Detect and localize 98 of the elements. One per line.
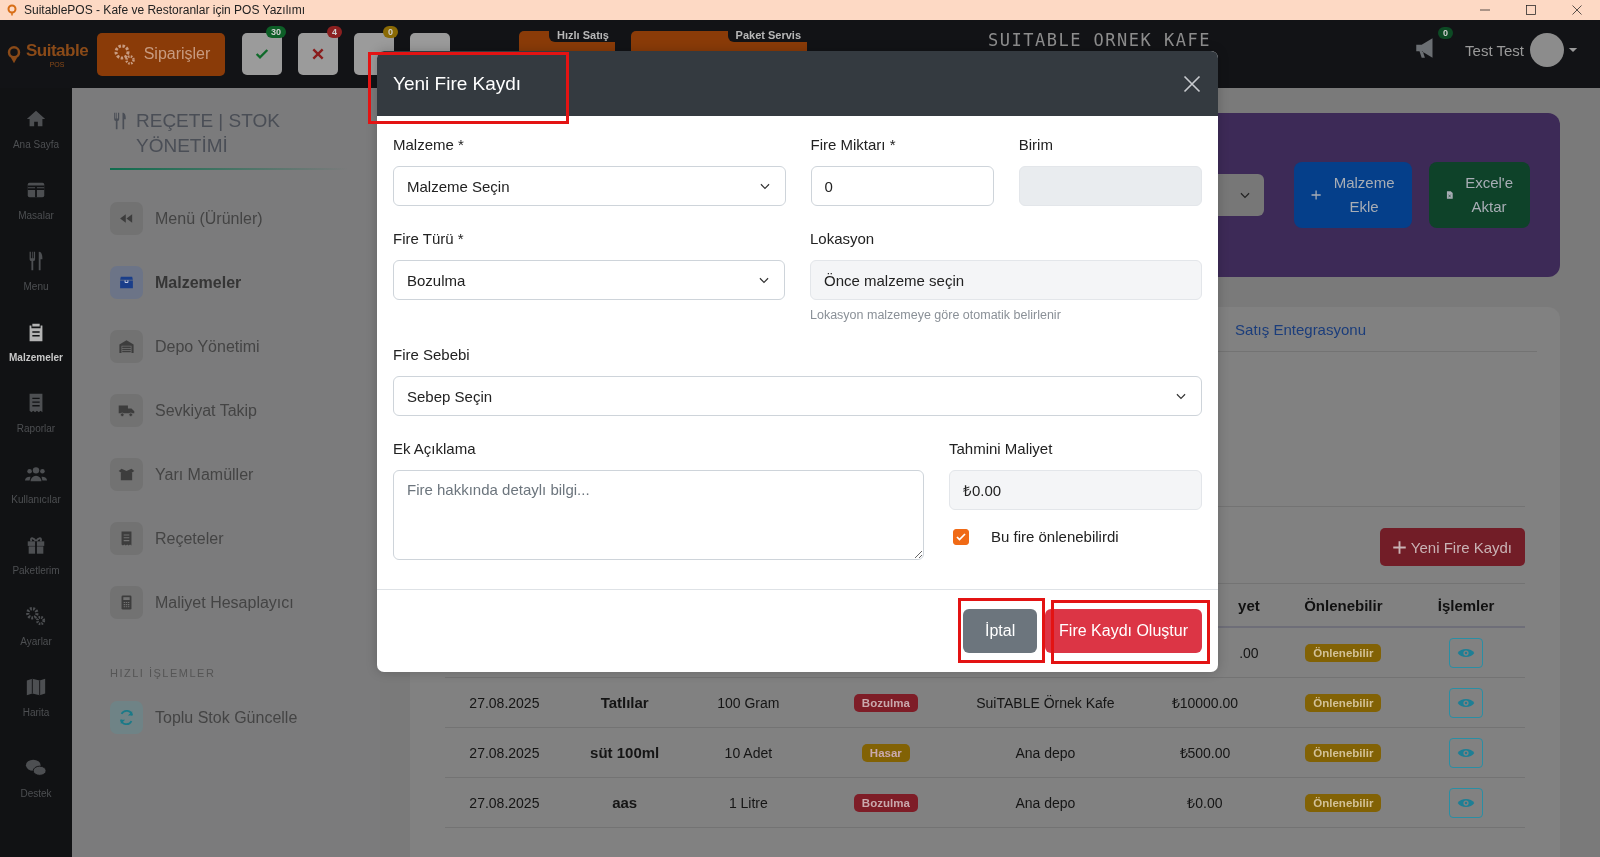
nav-item[interactable]: Raporlar xyxy=(16,392,56,463)
table-cell-text: 27.08.2025 xyxy=(468,694,541,711)
open-box-icon xyxy=(118,466,135,483)
dialog-title: Yeni Fire Kaydı xyxy=(393,72,522,95)
window-title: SuitablePOS - Kafe ve Restoranlar için POS Yazılımı xyxy=(24,3,306,17)
refresh-icon xyxy=(118,709,135,726)
textarea-field[interactable]: Fire hakkında detaylı bilgi... xyxy=(393,470,924,560)
nav-item[interactable]: Masalar xyxy=(18,179,54,250)
warehouse-icon xyxy=(118,338,135,355)
user-name[interactable]: Test Test xyxy=(1465,41,1524,59)
create-button[interactable]: Fire Kaydı Oluştur xyxy=(1045,609,1202,653)
checkbox-label: Bu fire önlenebilirdi xyxy=(991,528,1119,545)
new-waste-button[interactable]: Yeni Fire Kaydı xyxy=(1379,528,1525,566)
map-icon xyxy=(25,676,47,698)
column-header: İşlemler xyxy=(1436,596,1496,614)
column-header: yet xyxy=(1237,596,1261,614)
checkbox[interactable] xyxy=(953,528,969,545)
select-field[interactable]: Bozulma xyxy=(393,260,785,300)
type-badge: Bozulma xyxy=(853,793,918,812)
sidebar-link[interactable]: Depo Yönetimi xyxy=(110,330,360,363)
orders-button[interactable]: Siparişler xyxy=(97,32,225,76)
export-button[interactable]: Excel'e Aktar xyxy=(1429,162,1530,228)
table-cell-text: Ana depo xyxy=(1014,744,1077,761)
input-field[interactable]: 0 xyxy=(810,166,994,206)
table-cell-text: SuiTABLE Örnek Kafe xyxy=(975,694,1116,711)
store-name: SUITABLE ORNEK KAFE xyxy=(988,30,1211,50)
table-cell-text: 10 Adet xyxy=(723,744,774,761)
sidebar-link[interactable]: Menü (Ürünler) xyxy=(110,202,360,235)
sidebar-link[interactable]: Malzemeler xyxy=(110,266,360,299)
input-field[interactable]: ₺0.00 xyxy=(949,470,1202,510)
select-field[interactable]: Sebep Seçin xyxy=(393,376,1202,416)
tab[interactable]: Satış Entegrasyonu xyxy=(1229,319,1372,339)
add-button[interactable]: Malzeme Ekle xyxy=(1294,162,1412,228)
type-badge: Bozulma xyxy=(853,693,918,712)
field-label: Tahmini Maliyet xyxy=(949,440,1054,459)
table-cell-text: .00 xyxy=(1238,644,1260,661)
type-badge: Hasar xyxy=(861,743,910,762)
field-label: Fire Miktarı * xyxy=(810,136,897,155)
nav-item[interactable]: Kullanıcılar xyxy=(11,463,61,534)
nav-item[interactable]: Destek xyxy=(20,757,52,828)
nav-item[interactable]: Ayarlar xyxy=(20,605,52,676)
count-badge: 4 xyxy=(327,26,342,38)
app-icon xyxy=(6,4,18,16)
table-cell-text: 27.08.2025 xyxy=(468,744,541,761)
sidebar-link[interactable]: Yarı Mamüller xyxy=(110,458,360,491)
table-cell-text: ₺0.00 xyxy=(1186,794,1224,812)
caret-icon xyxy=(1568,45,1578,55)
status-badge: Önlenebilir xyxy=(1305,743,1382,762)
field-label: Ek Açıklama xyxy=(393,440,477,459)
sidebar-link[interactable]: Reçeteler xyxy=(110,522,360,555)
status-badge: Önlenebilir xyxy=(1305,693,1382,712)
table-cell-text: 100 Gram xyxy=(716,694,781,711)
avatar[interactable] xyxy=(1530,33,1564,67)
table-cell-text: ₺500.00 xyxy=(1178,744,1232,762)
select-field[interactable]: Malzeme Seçin xyxy=(393,166,786,206)
help-text: Lokasyon malzemeye göre otomatik belirlenir xyxy=(810,308,1062,322)
maximize-icon xyxy=(1525,4,1537,16)
nav-item[interactable]: Ana Sayfa xyxy=(12,108,60,179)
field-label: Fire Sebebi xyxy=(393,346,471,365)
status-button[interactable] xyxy=(242,33,282,75)
input-field[interactable] xyxy=(1018,166,1202,206)
close-icon xyxy=(310,46,326,62)
column-header: Önlenebilir xyxy=(1303,596,1384,614)
field-label: Malzeme * xyxy=(393,136,465,155)
table-cell-text: Ana depo xyxy=(1014,794,1077,811)
nav-item[interactable]: Paketlerim xyxy=(12,534,60,605)
cancel-button[interactable]: İptal xyxy=(963,609,1038,653)
field-label: Birim xyxy=(1018,136,1054,155)
table-cell-text: aas xyxy=(611,794,639,811)
table-cell-text: 1 Litre xyxy=(727,794,769,811)
count-badge: 0 xyxy=(383,26,398,38)
field-label: Fire Türü * xyxy=(393,230,465,249)
table-cell-text: ₺10000.00 xyxy=(1170,694,1240,712)
field-label: Lokasyon xyxy=(810,230,876,249)
check-icon xyxy=(955,530,967,543)
action-link[interactable]: Toplu Stok Güncelle xyxy=(110,701,298,734)
close-icon xyxy=(1182,73,1202,94)
nav-item[interactable]: Harita xyxy=(22,676,50,747)
count-badge: 30 xyxy=(266,26,286,38)
nav-item[interactable]: Menu xyxy=(23,250,49,321)
gears-icon xyxy=(25,605,47,627)
status-badge: Önlenebilir xyxy=(1305,643,1382,662)
table-cell-text: süt 100ml xyxy=(589,744,661,761)
close-icon xyxy=(1571,4,1583,16)
plus-icon xyxy=(1391,539,1407,555)
nav-item[interactable]: Malzemeler xyxy=(9,321,63,392)
input-field[interactable]: Önce malzeme seçin xyxy=(810,260,1202,300)
gift-icon xyxy=(25,534,47,556)
box-icon xyxy=(118,274,135,291)
logo-text: Suitable xyxy=(26,40,89,61)
status-badge: Önlenebilir xyxy=(1305,793,1382,812)
close-button[interactable] xyxy=(1182,73,1202,94)
count-badge: 0 xyxy=(1438,27,1454,39)
table-cell-text: 27.08.2025 xyxy=(468,794,541,811)
table-cell-text: Tatlılar xyxy=(599,694,650,711)
status-button[interactable] xyxy=(298,33,338,75)
sidebar-link[interactable]: Sevkiyat Takip xyxy=(110,394,360,427)
sidebar-link[interactable]: Maliyet Hesaplayıcı xyxy=(110,586,360,619)
